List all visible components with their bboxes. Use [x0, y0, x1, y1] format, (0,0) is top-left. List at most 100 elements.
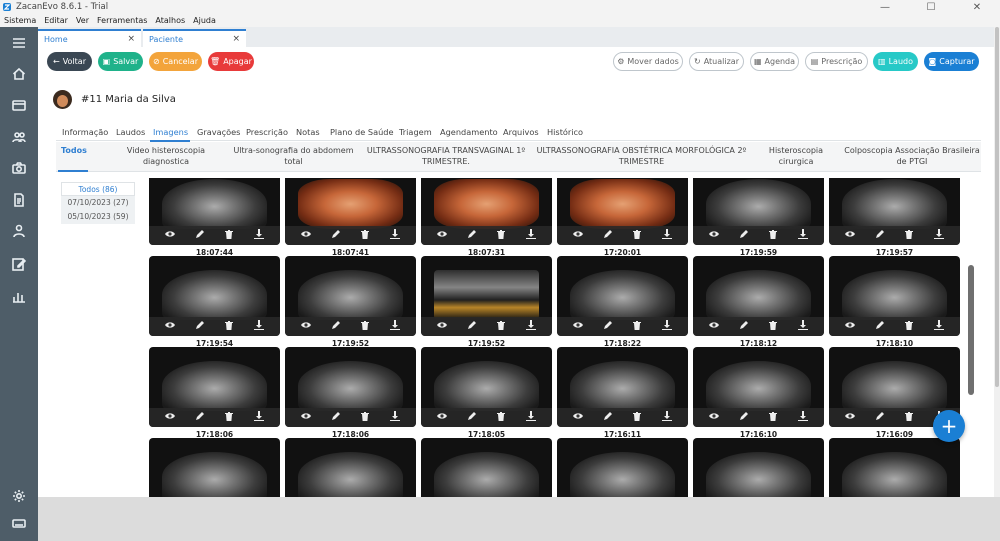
- pencil-icon[interactable]: [739, 229, 749, 242]
- document-icon[interactable]: [11, 192, 27, 208]
- exam-tab-usg-morfologica[interactable]: ULTRASSONOGRAFIA OBSTÉTRICA MORFOLÓGICA …: [534, 145, 749, 167]
- close-window-button[interactable]: ✕: [954, 2, 1000, 13]
- menu-item-atalhos[interactable]: Atalhos: [155, 16, 185, 25]
- add-image-button[interactable]: +: [933, 410, 965, 442]
- pencil-icon[interactable]: [467, 229, 477, 242]
- agenda-button[interactable]: ▦ Agenda: [750, 52, 799, 71]
- home-icon[interactable]: [11, 66, 27, 82]
- eye-icon[interactable]: [300, 320, 311, 333]
- ultrasound-thumbnail[interactable]: [693, 347, 824, 427]
- ultrasound-thumbnail[interactable]: [693, 438, 824, 497]
- ultrasound-thumbnail[interactable]: [421, 438, 552, 497]
- ultrasound-thumbnail[interactable]: [693, 256, 824, 336]
- eye-icon[interactable]: [164, 229, 175, 242]
- date-filter-todos[interactable]: Todos (86): [61, 182, 135, 196]
- exam-tab-usg-transvaginal[interactable]: ULTRASSONOGRAFIA TRANSVAGINAL 1º TRIMEST…: [366, 145, 526, 167]
- pencil-icon[interactable]: [739, 320, 749, 333]
- ultrasound-thumbnail[interactable]: [149, 178, 280, 245]
- download-icon[interactable]: [390, 411, 401, 424]
- download-icon[interactable]: [662, 320, 673, 333]
- pencil-icon[interactable]: [875, 411, 885, 424]
- doc-tab-paciente[interactable]: Paciente ×: [143, 29, 246, 47]
- ultrasound-thumbnail[interactable]: [829, 256, 960, 336]
- ultrasound-thumbnail[interactable]: [557, 347, 688, 427]
- voltar-button[interactable]: ← Voltar: [47, 52, 92, 71]
- tab-imagens[interactable]: Imagens: [153, 127, 188, 137]
- settings-gear-icon[interactable]: [11, 488, 27, 504]
- download-icon[interactable]: [798, 320, 809, 333]
- ultrasound-thumbnail[interactable]: [829, 438, 960, 497]
- eye-icon[interactable]: [572, 229, 583, 242]
- ultrasound-thumbnail[interactable]: [149, 438, 280, 497]
- exam-tab-ultra-sonografia-abdomem[interactable]: Ultra-sonografia do abdomem total: [226, 145, 361, 167]
- download-icon[interactable]: [526, 411, 537, 424]
- trash-icon[interactable]: [360, 229, 370, 242]
- download-icon[interactable]: [934, 229, 945, 242]
- ultrasound-thumbnail[interactable]: [557, 438, 688, 497]
- pencil-icon[interactable]: [195, 229, 205, 242]
- menu-item-ferramentas[interactable]: Ferramentas: [97, 16, 147, 25]
- eye-icon[interactable]: [844, 320, 855, 333]
- trash-icon[interactable]: [768, 320, 778, 333]
- eye-icon[interactable]: [436, 320, 447, 333]
- eye-icon[interactable]: [436, 411, 447, 424]
- eye-icon[interactable]: [164, 411, 175, 424]
- eye-icon[interactable]: [300, 229, 311, 242]
- download-icon[interactable]: [662, 229, 673, 242]
- exam-tab-video-histeroscopia[interactable]: Video histeroscopia diagnostica: [111, 145, 221, 167]
- pencil-icon[interactable]: [467, 411, 477, 424]
- eye-icon[interactable]: [844, 229, 855, 242]
- tab-informacao[interactable]: Informação: [62, 127, 108, 137]
- download-icon[interactable]: [798, 411, 809, 424]
- download-icon[interactable]: [254, 229, 265, 242]
- tab-historico[interactable]: Histórico: [547, 127, 583, 137]
- pencil-icon[interactable]: [875, 320, 885, 333]
- download-icon[interactable]: [254, 411, 265, 424]
- menu-item-sistema[interactable]: Sistema: [4, 16, 36, 25]
- trash-icon[interactable]: [632, 411, 642, 424]
- apagar-button[interactable]: 🗑 Apagar: [208, 52, 254, 71]
- trash-icon[interactable]: [360, 411, 370, 424]
- eye-icon[interactable]: [436, 229, 447, 242]
- ultrasound-thumbnail[interactable]: [285, 438, 416, 497]
- ultrasound-thumbnail[interactable]: [829, 178, 960, 245]
- download-icon[interactable]: [526, 320, 537, 333]
- tab-triagem[interactable]: Triagem: [399, 127, 432, 137]
- edit-icon[interactable]: [11, 256, 27, 272]
- ultrasound-thumbnail[interactable]: [285, 347, 416, 427]
- eye-icon[interactable]: [708, 229, 719, 242]
- chart-icon[interactable]: [11, 288, 27, 304]
- tab-arquivos[interactable]: Arquivos: [503, 127, 539, 137]
- trash-icon[interactable]: [224, 411, 234, 424]
- tab-laudos[interactable]: Laudos: [116, 127, 145, 137]
- trash-icon[interactable]: [224, 229, 234, 242]
- keyboard-icon[interactable]: [11, 515, 27, 531]
- laudo-button[interactable]: ▥ Laudo: [873, 52, 918, 71]
- exam-tab-todos[interactable]: Todos: [61, 145, 89, 156]
- pencil-icon[interactable]: [467, 320, 477, 333]
- date-filter-05-10-2023[interactable]: 05/10/2023 (59): [61, 210, 135, 224]
- pencil-icon[interactable]: [739, 411, 749, 424]
- menu-item-editar[interactable]: Editar: [44, 16, 68, 25]
- card-icon[interactable]: [11, 97, 27, 113]
- trash-icon[interactable]: [360, 320, 370, 333]
- window-scrollbar[interactable]: [994, 27, 1000, 497]
- close-tab-icon[interactable]: ×: [232, 34, 240, 44]
- eye-icon[interactable]: [708, 320, 719, 333]
- date-filter-07-10-2023[interactable]: 07/10/2023 (27): [61, 196, 135, 210]
- close-tab-icon[interactable]: ×: [127, 34, 135, 44]
- tab-agendamento[interactable]: Agendamento: [440, 127, 498, 137]
- ultrasound-thumbnail[interactable]: [149, 347, 280, 427]
- prescricao-button[interactable]: ▤ Prescrição: [805, 52, 868, 71]
- tab-prescricao[interactable]: Prescrição: [246, 127, 288, 137]
- ultrasound-thumbnail[interactable]: [557, 256, 688, 336]
- menu-item-ajuda[interactable]: Ajuda: [193, 16, 216, 25]
- eye-icon[interactable]: [708, 411, 719, 424]
- pencil-icon[interactable]: [195, 320, 205, 333]
- trash-icon[interactable]: [632, 320, 642, 333]
- pencil-icon[interactable]: [331, 411, 341, 424]
- trash-icon[interactable]: [768, 411, 778, 424]
- trash-icon[interactable]: [496, 320, 506, 333]
- trash-icon[interactable]: [904, 320, 914, 333]
- trash-icon[interactable]: [496, 229, 506, 242]
